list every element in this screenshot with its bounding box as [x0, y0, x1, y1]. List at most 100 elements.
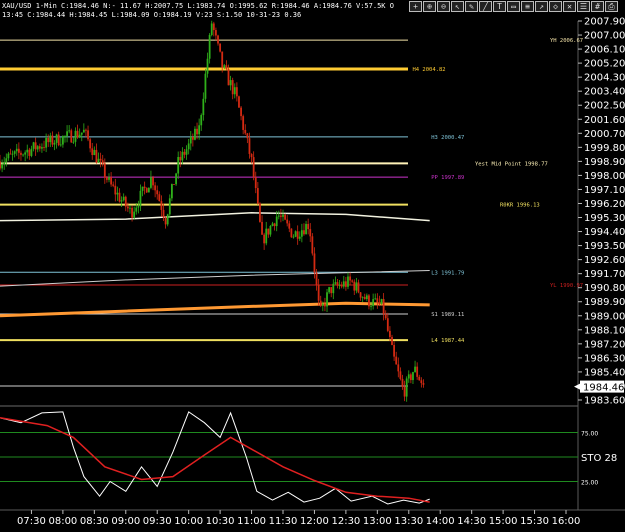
candle-body	[368, 295, 370, 307]
candle-body	[49, 135, 52, 143]
candle-body	[185, 149, 188, 155]
candle-body	[189, 136, 192, 144]
candle-body	[32, 142, 35, 149]
current-price-label: 1984.46	[583, 383, 624, 394]
candle-body	[231, 80, 234, 95]
candle-body	[85, 129, 87, 131]
candle-body	[215, 30, 217, 36]
candle-body	[235, 87, 238, 97]
candle-body	[269, 225, 272, 235]
text-tool-icon[interactable]: T	[493, 1, 506, 12]
price-tick-label: 2004.30	[584, 73, 625, 84]
candle-body	[198, 125, 201, 135]
candle-body	[22, 154, 24, 156]
print-icon[interactable]: ⎙	[605, 1, 618, 12]
candle-body	[280, 215, 282, 217]
candle-body	[382, 299, 385, 315]
candle-body	[114, 185, 117, 195]
candle-body	[124, 196, 127, 207]
candle-body	[5, 158, 8, 163]
candle-body	[242, 116, 245, 130]
price-tick-label: 1987.20	[584, 339, 625, 350]
candle-body	[321, 303, 324, 306]
candle-body	[422, 383, 425, 385]
candle-body	[292, 236, 295, 238]
candle-body	[129, 207, 131, 209]
candle-body	[78, 134, 81, 138]
candle-body	[30, 148, 33, 156]
pencil-icon[interactable]: ✎	[465, 1, 478, 12]
candle-body	[179, 156, 182, 161]
price-tick-label: 2005.20	[584, 59, 625, 70]
zoom-in-icon[interactable]: ⊕	[423, 1, 436, 12]
candle-body	[374, 298, 377, 300]
properties-icon[interactable]: ☰	[577, 1, 590, 12]
candle-body	[265, 228, 268, 244]
sto-tick-label: 75.00	[581, 431, 598, 438]
level-label: L3 1991.79	[431, 270, 464, 276]
candle-body	[72, 141, 75, 143]
candle-body	[26, 149, 29, 153]
price-tick-label: 1989.90	[584, 297, 625, 308]
candle-body	[200, 115, 203, 126]
candle-body	[355, 282, 358, 291]
candle-body	[106, 177, 108, 180]
price-tick-label: 1998.90	[584, 157, 625, 168]
candle-body	[416, 366, 419, 377]
candle-body	[263, 234, 266, 244]
candle-body	[256, 188, 259, 204]
ruler-icon[interactable]: ▭	[507, 1, 520, 12]
candle-body	[227, 69, 230, 86]
shape-icon[interactable]: ◇	[549, 1, 562, 12]
price-tick-label: 1996.20	[584, 199, 625, 210]
sto-tick-label: 25.00	[581, 480, 598, 487]
candle-body	[397, 364, 400, 372]
candle-body	[403, 386, 406, 397]
candle-body	[361, 296, 364, 298]
candle-body	[196, 128, 198, 135]
price-tick-label: 2007.00	[584, 31, 625, 42]
arrow-icon[interactable]: ↗	[535, 1, 548, 12]
candle-body	[76, 130, 79, 138]
crosshair-icon[interactable]: +	[409, 1, 422, 12]
candle-body	[250, 153, 253, 158]
candle-body	[191, 136, 194, 140]
candle-body	[15, 148, 18, 152]
candle-body	[143, 186, 146, 189]
price-tick-label: 1990.80	[584, 283, 625, 294]
candle-body	[13, 151, 16, 154]
candle-body	[391, 336, 393, 346]
candle-body	[11, 153, 14, 155]
price-tick-label: 1995.30	[584, 213, 625, 224]
candle-body	[194, 128, 196, 140]
time-tick-label: 13:30	[394, 516, 423, 527]
candle-body	[233, 87, 236, 95]
time-tick-label: 16:00	[552, 516, 581, 527]
cursor-icon[interactable]: ↖	[451, 1, 464, 12]
time-tick-label: 08:00	[48, 516, 77, 527]
candle-body	[261, 221, 263, 235]
candle-body	[384, 314, 387, 319]
candle-body	[303, 230, 305, 235]
line-tool-icon[interactable]: ╱	[479, 1, 492, 12]
candle-body	[82, 129, 85, 133]
candle-body	[135, 207, 138, 212]
candle-body	[70, 130, 73, 143]
zoom-out-icon[interactable]: ⊖	[437, 1, 450, 12]
candle-body	[380, 299, 383, 305]
candle-body	[342, 281, 345, 287]
price-tick-label: 1983.60	[584, 396, 625, 407]
candle-body	[28, 149, 31, 156]
fibonacci-icon[interactable]: ≡	[521, 1, 534, 12]
candle-body	[347, 276, 349, 287]
candle-body	[177, 156, 180, 174]
candle-body	[51, 135, 54, 145]
candle-body	[99, 158, 102, 161]
candle-body	[212, 23, 215, 31]
trading-chart[interactable]: YH 2006.67 H4 2004.82 H3 2000.47 Yest Mid P…	[0, 0, 625, 532]
chart-header-summary: XAU/USD 1-Min C:1984.46 N:- 11.67 H:2007…	[2, 2, 394, 10]
candle-body	[160, 201, 163, 210]
grid-icon[interactable]: #	[591, 1, 604, 12]
candle-body	[112, 184, 115, 186]
delete-icon[interactable]: ✕	[563, 1, 576, 12]
